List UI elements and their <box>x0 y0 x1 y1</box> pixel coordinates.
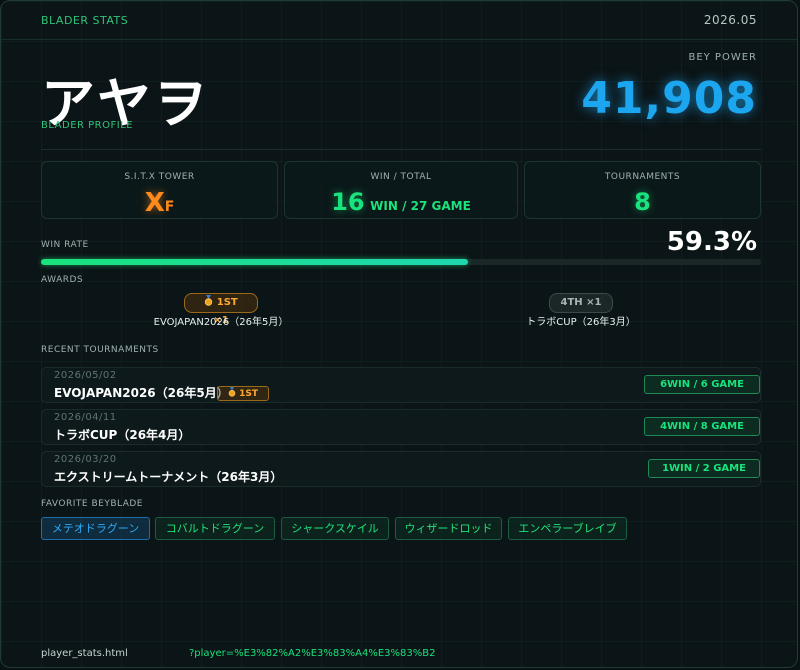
tower-value: XF <box>42 188 277 218</box>
tournaments-count: 8 <box>634 188 651 216</box>
brand-label: BLADER STATS <box>41 14 129 27</box>
win-total-label: WIN / TOTAL <box>370 172 432 182</box>
win-rate-bar-fill <box>41 259 468 265</box>
footer-filename: player_stats.html <box>41 648 128 659</box>
win-total-value: 16 WIN / 27 GAME <box>285 188 517 216</box>
bey-chip[interactable]: エンペラーブレイブ <box>508 517 627 540</box>
medal-icon <box>228 387 236 397</box>
footer-query: ?player=%E3%82%A2%E3%83%A4%E3%83%B2 <box>189 648 436 659</box>
tournament-result: 1WIN / 2 GAME <box>648 459 760 478</box>
tower-stat: S.I.T.X TOWER XF <box>41 161 278 219</box>
tower-label: S.I.T.X TOWER <box>124 172 195 182</box>
tower-rank-main: X <box>144 188 165 218</box>
tower-rank-sub: F <box>164 199 175 215</box>
tournament-rank: 1ST <box>239 389 259 399</box>
recent-label: RECENT TOURNAMENTS <box>41 345 159 355</box>
award-badge-label: 4TH ×1 <box>560 297 602 308</box>
favorites-label: FAVORITE BEYBLADE <box>41 499 143 509</box>
tournaments-value: 8 <box>525 188 760 216</box>
win-rate-bar <box>41 259 761 265</box>
medal-icon <box>205 295 213 306</box>
win-count: 16 <box>331 188 365 216</box>
award-event: トラボCUP（26年3月） <box>526 317 636 328</box>
tournament-date: 2026/04/11 <box>54 412 117 423</box>
tournament-name: エクストリームトーナメント（26年3月） <box>54 470 283 484</box>
bey-chip[interactable]: コバルトドラグーン <box>155 517 275 540</box>
tournament-result: 6WIN / 6 GAME <box>644 375 760 394</box>
awards-label: AWARDS <box>41 275 84 285</box>
bey-chip[interactable]: ウィザードロッド <box>395 517 502 540</box>
tournament-row[interactable]: 2026/04/11 トラボCUP（26年4月） 4WIN / 8 GAME <box>41 409 761 445</box>
bey-power-label: BEY POWER <box>688 52 757 63</box>
tournament-result: 4WIN / 8 GAME <box>644 417 760 436</box>
win-detail: WIN / 27 GAME <box>370 199 471 213</box>
tournament-name: EVOJAPAN2026（26年5月） <box>54 386 229 400</box>
tournament-name: トラボCUP（26年4月） <box>54 428 191 442</box>
award-event: EVOJAPAN2026（26年5月） <box>153 317 289 328</box>
tournaments-label: TOURNAMENTS <box>604 172 681 182</box>
header-date: 2026.05 <box>703 13 757 27</box>
bey-power-value: 41,908 <box>581 73 757 124</box>
tournament-date: 2026/05/02 <box>54 370 117 381</box>
divider <box>41 149 761 150</box>
bey-chip[interactable]: メテオドラグーン <box>41 517 150 540</box>
stats-card: BLADER STATS 2026.05 アヤヲ BLADER PROFILE … <box>0 0 798 668</box>
tournament-row[interactable]: 2026/03/20 エクストリームトーナメント（26年3月） 1WIN / 2… <box>41 451 761 487</box>
award-badge-gold: 1ST ×1 <box>184 293 258 326</box>
bey-chip[interactable]: シャークスケイル <box>281 517 389 540</box>
tournament-row[interactable]: 2026/05/02 EVOJAPAN2026（26年5月） 1ST 6WIN … <box>41 367 761 403</box>
tournaments-stat: TOURNAMENTS 8 <box>524 161 761 219</box>
profile-subtitle: BLADER PROFILE <box>41 120 134 131</box>
tournament-rank-badge: 1ST <box>217 386 269 401</box>
tournament-date: 2026/03/20 <box>54 454 117 465</box>
win-rate-value: 59.3% <box>666 227 757 257</box>
award-badge-grey: 4TH ×1 <box>549 293 613 313</box>
win-rate-label: WIN RATE <box>41 240 89 250</box>
win-total-stat: WIN / TOTAL 16 WIN / 27 GAME <box>284 161 518 219</box>
